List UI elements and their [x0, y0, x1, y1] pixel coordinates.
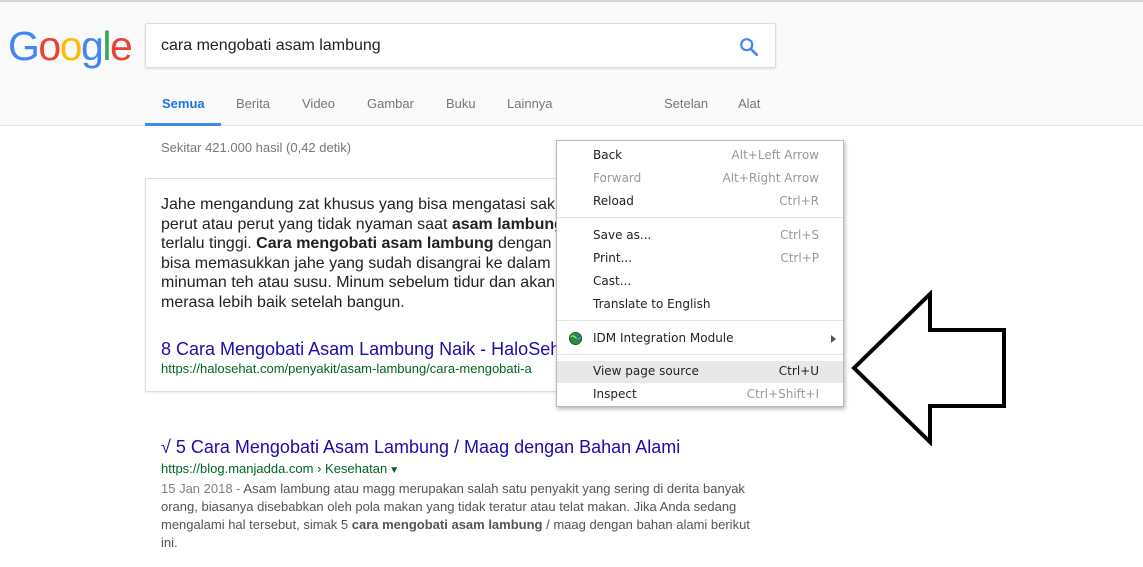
snippet-line: terlalu tinggi. Cara mengobati asam lamb…	[161, 234, 564, 254]
tab-videos[interactable]: Video	[302, 96, 335, 111]
menu-item-inspect[interactable]: Inspect Ctrl+Shift+I	[557, 384, 843, 406]
menu-shortcut: Ctrl+S	[779, 228, 819, 242]
menu-separator	[557, 354, 843, 355]
snippet-url: https://halosehat.com/penyakit/asam-lamb…	[161, 361, 532, 376]
search-icon[interactable]	[738, 36, 760, 58]
menu-shortcut: Ctrl+Shift+I	[746, 387, 819, 401]
featured-snippet: Jahe mengandung zat khusus yang bisa men…	[145, 178, 565, 392]
menu-label: Forward	[593, 171, 642, 185]
menu-item-view-page-source[interactable]: View page source Ctrl+U	[557, 361, 843, 383]
logo-letter: G	[8, 23, 40, 69]
menu-label: Save as...	[593, 228, 652, 242]
tab-books[interactable]: Buku	[446, 96, 476, 111]
menu-label: Print...	[593, 251, 633, 265]
snippet-text: Jahe mengandung zat khusus yang bisa men…	[161, 195, 564, 312]
result-date: 15 Jan 2018 -	[161, 481, 244, 496]
menu-label: Reload	[593, 194, 634, 208]
result-url-text: https://blog.manjadda.com › Kesehatan	[161, 461, 388, 476]
menu-label: Translate to English	[593, 297, 711, 311]
search-result: √ 5 Cara Mengobati Asam Lambung / Maag d…	[161, 436, 761, 552]
snippet-text-part: terlalu tinggi.	[161, 235, 257, 252]
menu-shortcut: Ctrl+P	[780, 251, 819, 265]
tab-images[interactable]: Gambar	[367, 96, 414, 111]
google-logo[interactable]: Google	[8, 23, 133, 69]
menu-label: IDM Integration Module	[593, 331, 734, 345]
menu-label: View page source	[593, 364, 699, 378]
logo-letter: o	[38, 23, 61, 69]
tab-more[interactable]: Lainnya	[507, 96, 553, 111]
snippet-link[interactable]: 8 Cara Mengobati Asam Lambung Naik - Hal…	[161, 339, 560, 360]
menu-separator	[557, 217, 843, 218]
snippet-bold: asam lambung	[451, 215, 564, 233]
tab-all[interactable]: Semua	[162, 96, 205, 111]
dropdown-caret-icon[interactable]: ▼	[389, 465, 399, 476]
menu-item-reload[interactable]: Reload Ctrl+R	[557, 191, 843, 213]
active-tab-indicator	[145, 123, 221, 126]
snippet-text-part: perut atau perut yang tidak nyaman saat	[161, 215, 452, 233]
menu-item-print[interactable]: Print... Ctrl+P	[557, 248, 843, 270]
menu-label: Back	[593, 148, 623, 162]
snippet-line: merasa lebih baik setelah bangun.	[161, 293, 405, 311]
result-desc-bold: cara mengobati asam lambung	[351, 517, 543, 532]
tab-tools[interactable]: Alat	[738, 96, 760, 111]
menu-shortcut: Alt+Right Arrow	[722, 171, 819, 185]
snippet-line: Jahe mengandung zat khusus yang bisa men…	[161, 196, 556, 213]
menu-item-idm[interactable]: IDM Integration Module	[557, 328, 843, 350]
logo-letter: e	[109, 23, 133, 69]
logo-letter: l	[102, 23, 111, 69]
result-stats: Sekitar 421.000 hasil (0,42 detik)	[161, 140, 352, 155]
pointer-arrow-icon	[851, 290, 1006, 446]
logo-letter: g	[81, 23, 104, 69]
snippet-text-part: dengan	[493, 235, 552, 252]
menu-shortcut: Ctrl+U	[778, 364, 819, 378]
submenu-arrow-icon	[831, 335, 836, 343]
result-title-link[interactable]: √ 5 Cara Mengobati Asam Lambung / Maag d…	[161, 436, 761, 458]
snippet-line: minuman teh atau susu. Minum sebelum tid…	[161, 274, 555, 291]
logo-letter: o	[59, 23, 83, 69]
snippet-line: perut atau perut yang tidak nyaman saat …	[161, 215, 564, 235]
menu-shortcut: Alt+Left Arrow	[731, 148, 819, 162]
search-box[interactable]: cara mengobati asam lambung	[145, 23, 776, 68]
tab-settings[interactable]: Setelan	[664, 96, 708, 111]
tab-news[interactable]: Berita	[236, 96, 270, 111]
result-description: 15 Jan 2018 - Asam lambung atau magg mer…	[161, 480, 751, 552]
idm-globe-icon	[568, 331, 583, 346]
menu-item-forward[interactable]: Forward Alt+Right Arrow	[557, 168, 843, 190]
menu-label: Cast...	[593, 274, 632, 288]
context-menu: Back Alt+Left Arrow Forward Alt+Right Ar…	[556, 140, 844, 407]
snippet-bold: Cara mengobati asam lambung	[256, 235, 494, 252]
snippet-line: bisa memasukkan jahe yang sudah disangra…	[161, 254, 551, 272]
menu-item-back[interactable]: Back Alt+Left Arrow	[557, 145, 843, 167]
search-input[interactable]: cara mengobati asam lambung	[161, 37, 381, 55]
menu-label: Inspect	[593, 387, 637, 401]
search-header: Google cara mengobati asam lambung Semua…	[0, 2, 1143, 126]
menu-separator	[557, 320, 843, 321]
result-url: https://blog.manjadda.com › Kesehatan ▼	[161, 460, 761, 480]
menu-shortcut: Ctrl+R	[779, 194, 819, 208]
menu-item-translate[interactable]: Translate to English	[557, 294, 843, 316]
menu-item-cast[interactable]: Cast...	[557, 271, 843, 293]
menu-item-save-as[interactable]: Save as... Ctrl+S	[557, 225, 843, 247]
